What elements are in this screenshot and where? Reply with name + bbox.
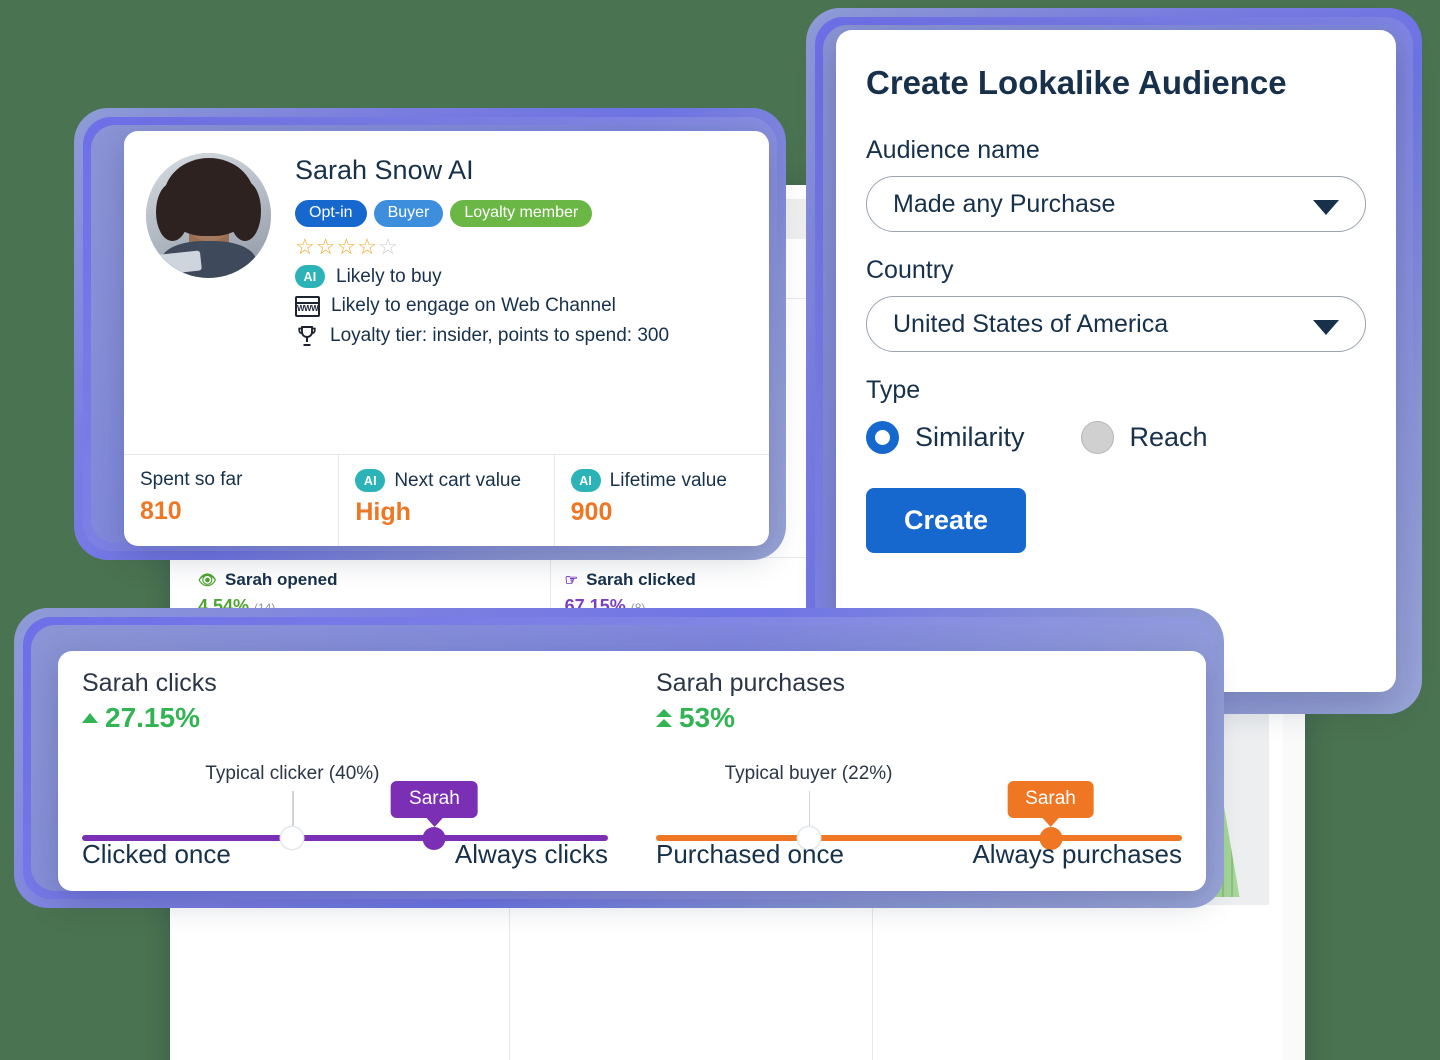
trait-text: Loyalty tier: insider, points to spend: … xyxy=(330,325,670,346)
audience-name-value: Made any Purchase xyxy=(893,189,1116,218)
metric-spent-so-far: Spent so far 810 xyxy=(124,455,340,546)
type-label: Type xyxy=(866,376,921,404)
hand-click-icon: ☞ xyxy=(564,572,579,589)
metric-label-row: AI Lifetime value xyxy=(570,469,769,492)
trait-text: Likely to buy xyxy=(336,265,442,287)
metric-label-row: Spent so far xyxy=(140,469,338,491)
web-channel-icon: WWW xyxy=(295,295,320,317)
metric-value: 900 xyxy=(570,498,613,526)
slider-delta: 53% xyxy=(656,702,1182,734)
slider-endpoints: Clicked once Always clicks xyxy=(82,839,608,870)
panel-title: Create Lookalike Audience xyxy=(866,64,1287,101)
metric-label: Spent so far xyxy=(140,469,243,490)
metric-value: 810 xyxy=(140,497,182,525)
radio-similarity[interactable]: Similarity xyxy=(866,421,1025,454)
metric-lifetime-value: AI Lifetime value 900 xyxy=(555,455,769,546)
triangle-up-icon xyxy=(82,713,98,723)
chevron-down-icon xyxy=(1313,200,1339,215)
star-icon-1: ☆ xyxy=(295,234,316,259)
slider-tooltip-label: Sarah xyxy=(409,788,460,809)
typical-marker-label: Typical clicker (40%) xyxy=(205,763,380,784)
ai-badge-icon: AI xyxy=(355,469,386,492)
radio-reach[interactable]: Reach xyxy=(1080,421,1208,454)
radio-similarity-label: Similarity xyxy=(915,422,1025,452)
slider-delta-value: 27.15% xyxy=(105,702,200,733)
trait-web-channel: WWW Likely to engage on Web Channel xyxy=(295,295,669,317)
radio-selected-icon[interactable] xyxy=(866,421,899,454)
slider-delta-value: 53% xyxy=(679,702,736,733)
profile-card: Sarah Snow AI Opt-in Buyer Loyalty membe… xyxy=(124,131,769,546)
slider-delta: 27.15% xyxy=(82,702,608,734)
star-icon-3: ☆ xyxy=(336,234,358,259)
slider-tooltip-label: Sarah xyxy=(1025,788,1076,809)
radio-reach-label: Reach xyxy=(1129,422,1208,452)
chip-buyer[interactable]: Buyer xyxy=(373,200,444,227)
stat-label: Sarah clicked xyxy=(586,570,696,589)
profile-metrics: Spent so far 810 AI Next cart value High… xyxy=(124,454,769,546)
eye-icon: 👁 xyxy=(198,572,218,589)
audience-name-label: Audience name xyxy=(866,136,1040,164)
ai-badge-icon: AI xyxy=(570,469,601,492)
slider-panel-purchases: Sarah purchases 53% Typical buyer (22%) … xyxy=(632,651,1206,891)
metric-label: Lifetime value xyxy=(609,469,727,491)
slider-right-end: Always clicks xyxy=(454,839,608,869)
slider-panel-clicks: Sarah clicks 27.15% Typical clicker (40%… xyxy=(58,651,632,891)
metric-value: High xyxy=(355,498,411,526)
create-lookalike-audience-panel: Create Lookalike Audience Audience name … xyxy=(836,30,1396,692)
metric-label: Next cart value xyxy=(394,469,522,491)
chip-loyalty-member[interactable]: Loyalty member xyxy=(450,200,593,227)
star-icon-5: ☆ xyxy=(377,234,399,259)
slider-title: Sarah clicks xyxy=(82,669,217,697)
star-icon-4: ☆ xyxy=(357,234,378,259)
metric-label-row: AI Next cart value xyxy=(355,469,553,492)
chip-opt-in[interactable]: Opt-in xyxy=(295,200,367,227)
double-triangle-up-icon xyxy=(656,709,672,727)
slider-left-end: Purchased once xyxy=(656,839,844,869)
page-title: Sarah Snow AI xyxy=(295,155,474,185)
slider-endpoints: Purchased once Always purchases xyxy=(656,839,1182,870)
slider-track-area-clicks[interactable]: Typical clicker (40%) Sarah xyxy=(82,763,608,850)
trait-likely-to-buy: AI Likely to buy xyxy=(295,265,669,288)
metric-next-cart-value: AI Next cart value High xyxy=(339,455,555,546)
profile-chips: Opt-in Buyer Loyalty member xyxy=(295,200,669,227)
slider-title: Sarah purchases xyxy=(656,669,846,697)
country-value: United States of America xyxy=(893,309,1169,338)
radio-unselected-icon[interactable] xyxy=(1080,421,1114,454)
sliders-card: Sarah clicks 27.15% Typical clicker (40%… xyxy=(58,651,1206,891)
type-radio-group: Similarity Reach xyxy=(866,421,1366,454)
slider-left-end: Clicked once xyxy=(82,839,231,869)
avatar xyxy=(146,153,271,278)
ai-badge-icon: AI xyxy=(295,265,325,288)
slider-track-area-purchases[interactable]: Typical buyer (22%) Sarah xyxy=(656,763,1182,850)
slider-right-end: Always purchases xyxy=(972,839,1182,869)
trait-text: Likely to engage on Web Channel xyxy=(331,295,616,316)
stat-label: Sarah opened xyxy=(225,570,338,589)
trophy-icon xyxy=(295,324,319,348)
trait-loyalty-tier: Loyalty tier: insider, points to spend: … xyxy=(295,324,669,348)
slider-tooltip-sarah: Sarah xyxy=(391,781,478,827)
star-icon-2: ☆ xyxy=(315,234,337,259)
slider-tooltip-sarah: Sarah xyxy=(1007,781,1094,827)
audience-name-select[interactable]: Made any Purchase xyxy=(866,176,1366,232)
stat-title: 👁 Sarah opened xyxy=(198,570,536,590)
typical-marker-label: Typical buyer (22%) xyxy=(724,763,893,784)
chevron-down-icon xyxy=(1313,320,1339,335)
rating-stars: ☆☆☆☆☆ xyxy=(295,236,669,258)
country-label: Country xyxy=(866,256,954,284)
country-select[interactable]: United States of America xyxy=(866,296,1366,352)
create-button[interactable]: Create xyxy=(866,488,1027,553)
